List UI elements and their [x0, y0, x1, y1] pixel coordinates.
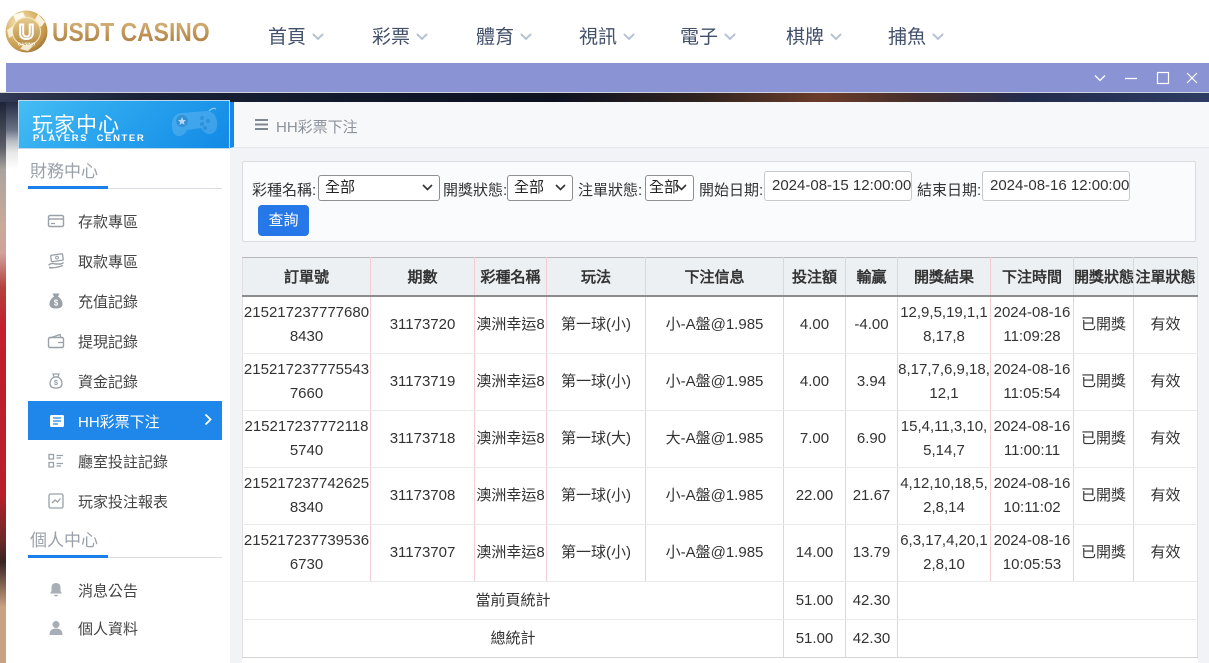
svg-text:$: $: [54, 299, 59, 308]
svg-text:$: $: [54, 378, 59, 387]
svg-text:CASINO: CASINO: [18, 42, 36, 47]
